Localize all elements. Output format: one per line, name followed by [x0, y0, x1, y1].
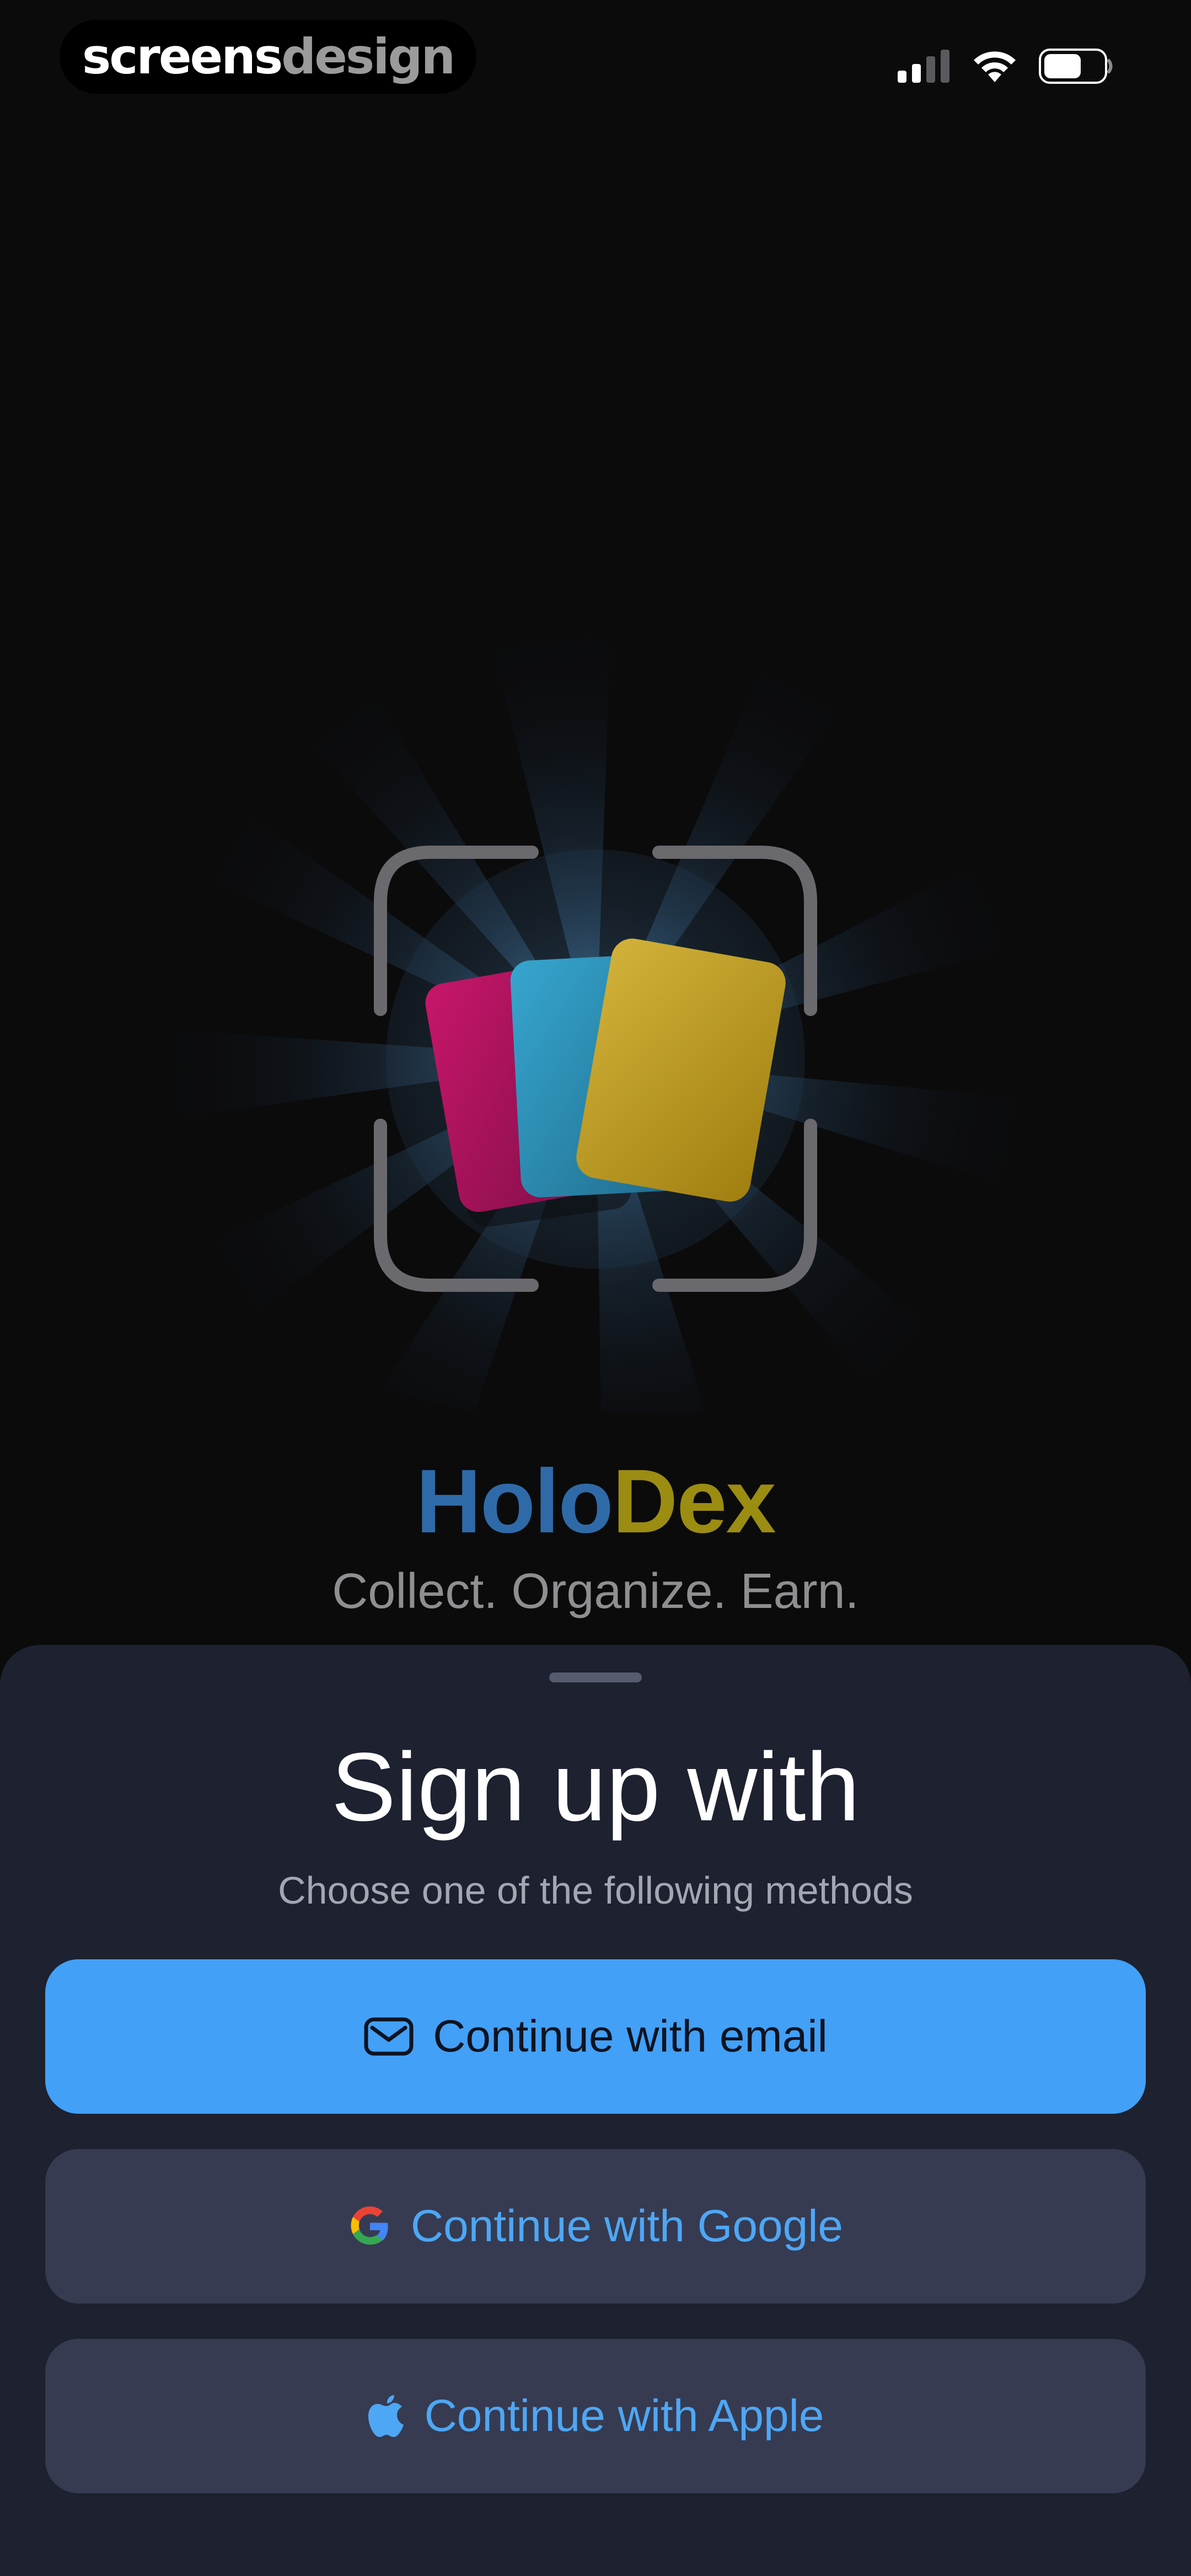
brand-wordmark-part2: design	[281, 28, 455, 85]
google-logo-icon	[348, 2204, 392, 2248]
status-icons	[898, 44, 1114, 88]
continue-with-apple-label: Continue with Apple	[424, 2391, 824, 2441]
cellular-signal-icon	[898, 50, 951, 83]
sheet-title: Sign up with	[331, 1733, 860, 1841]
sheet-grabber-handle[interactable]	[549, 1672, 642, 1682]
continue-with-google-button[interactable]: Continue with Google	[45, 2149, 1146, 2304]
continue-with-google-label: Continue with Google	[410, 2201, 844, 2251]
continue-with-email-label: Continue with email	[433, 2011, 828, 2061]
app-tagline: Collect. Organize. Earn.	[332, 1564, 859, 1619]
signup-sheet: Sign up with Choose one of the following…	[0, 1645, 1191, 2576]
app-title-part2: Dex	[612, 1451, 776, 1552]
signup-screen: screensdesign HoloDex Collect. Organize.…	[0, 0, 1191, 2576]
brand-badge: screensdesign	[60, 20, 476, 94]
app-title: HoloDex	[0, 1456, 1191, 1547]
card-stack	[425, 938, 786, 1227]
envelope-icon	[363, 2017, 414, 2056]
continue-with-email-button[interactable]: Continue with email	[45, 1959, 1146, 2114]
wifi-icon	[972, 49, 1018, 83]
apple-logo-icon	[367, 2393, 406, 2439]
brand-wordmark-part1: screens	[82, 28, 283, 85]
app-title-part1: Holo	[416, 1451, 613, 1552]
hero-illustration	[121, 596, 1081, 1412]
sheet-subtitle: Choose one of the following methods	[278, 1869, 913, 1912]
brand-wordmark: screensdesign	[82, 33, 455, 81]
battery-icon	[1039, 49, 1114, 84]
continue-with-apple-button[interactable]: Continue with Apple	[45, 2339, 1146, 2493]
